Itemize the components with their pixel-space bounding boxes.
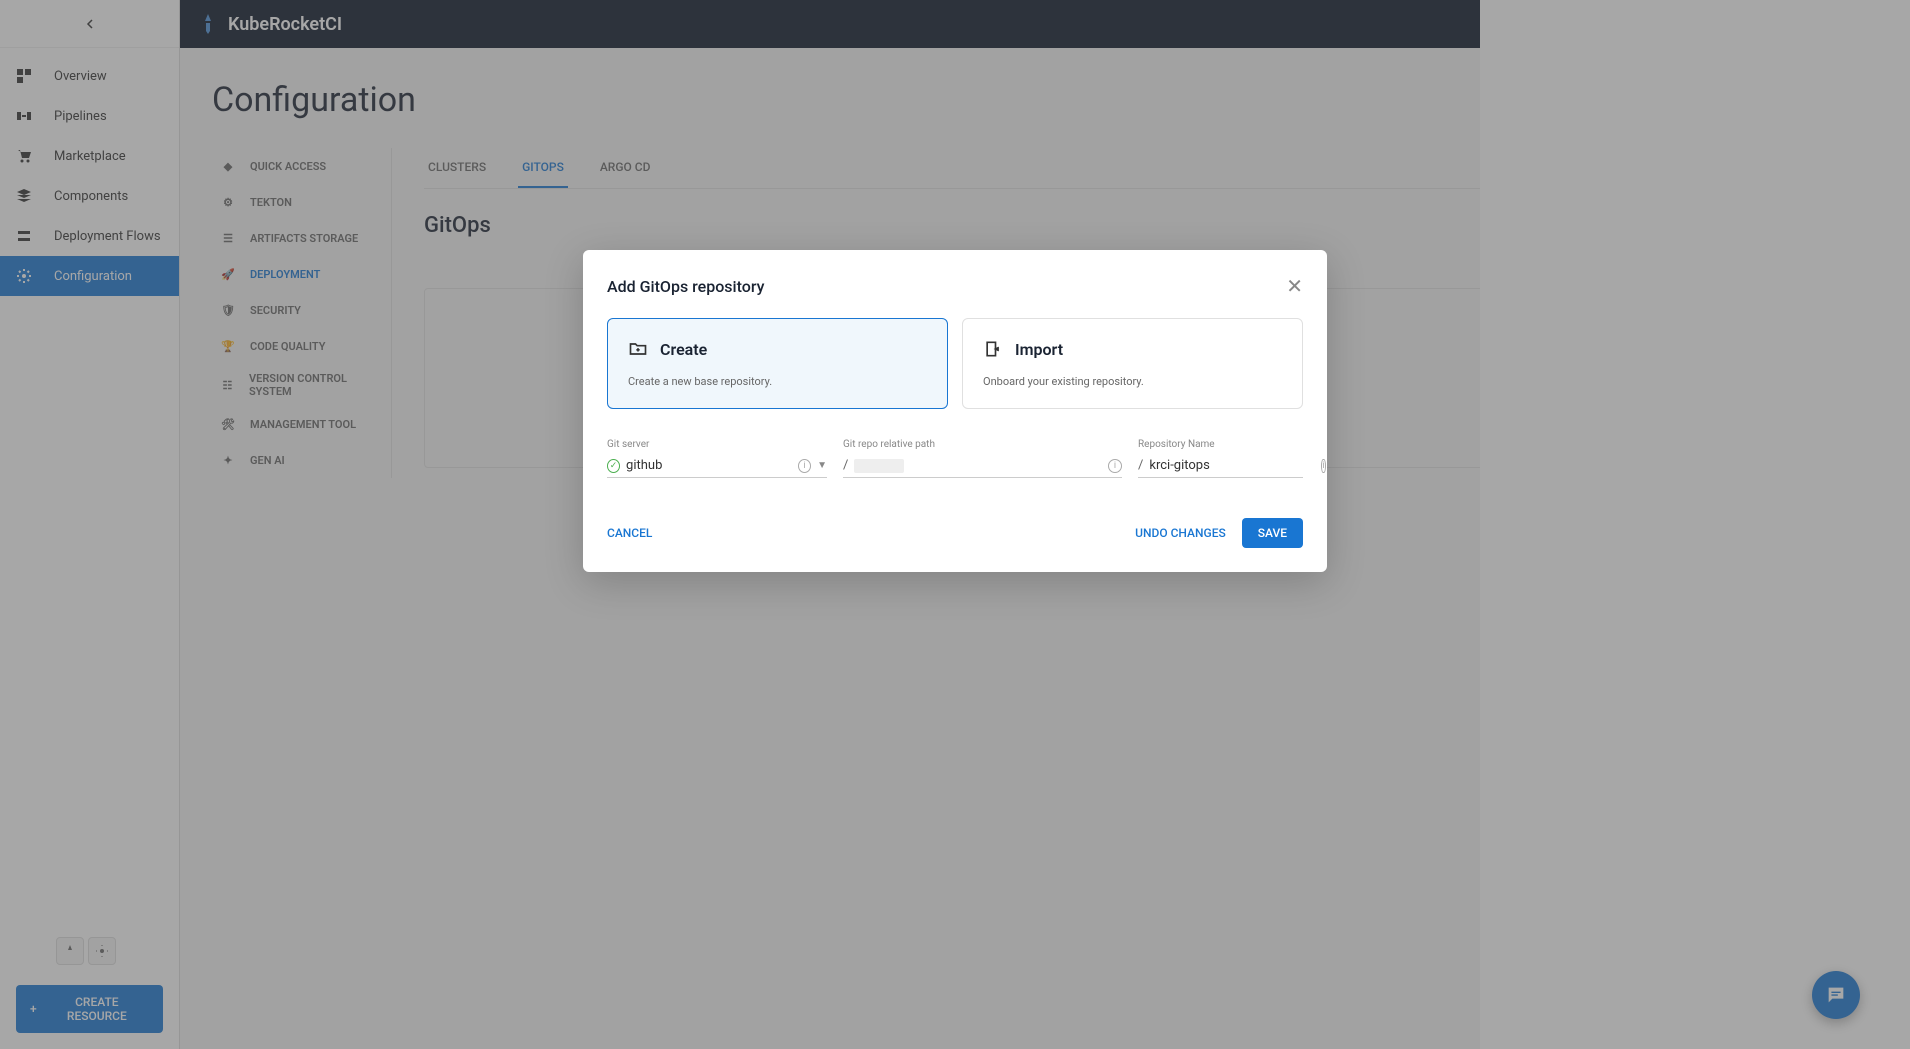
option-import[interactable]: Import Onboard your existing repository.	[962, 318, 1303, 409]
dialog-overlay: Add GitOps repository ✕ Create Create a …	[0, 0, 1910, 1049]
field-label: Repository Name	[1138, 439, 1303, 450]
folder-plus-icon	[628, 339, 648, 359]
git-server-field: Git server ✓ i ▼	[607, 439, 827, 478]
path-prefix: /	[843, 458, 848, 473]
save-button[interactable]: SAVE	[1242, 518, 1303, 548]
repo-path-input[interactable]	[910, 458, 1102, 473]
option-title: Import	[1015, 340, 1063, 359]
undo-button[interactable]: UNDO CHANGES	[1135, 526, 1226, 540]
option-desc: Create a new base repository.	[628, 375, 927, 388]
repo-name-field: Repository Name / i	[1138, 439, 1303, 478]
field-label: Git server	[607, 439, 827, 450]
option-title: Create	[660, 340, 707, 359]
info-icon[interactable]: i	[1321, 459, 1325, 473]
field-label: Git repo relative path	[843, 439, 1122, 450]
cancel-button[interactable]: CANCEL	[607, 526, 652, 540]
name-prefix: /	[1138, 458, 1143, 473]
blurred-value	[854, 459, 904, 473]
check-icon: ✓	[607, 459, 620, 473]
option-desc: Onboard your existing repository.	[983, 375, 1282, 388]
add-gitops-dialog: Add GitOps repository ✕ Create Create a …	[583, 250, 1327, 572]
chevron-down-icon[interactable]: ▼	[817, 460, 827, 471]
import-icon	[983, 339, 1003, 359]
close-button[interactable]: ✕	[1286, 274, 1303, 298]
option-create[interactable]: Create Create a new base repository.	[607, 318, 948, 409]
repo-path-field: Git repo relative path / i	[843, 439, 1122, 478]
dialog-title: Add GitOps repository	[607, 277, 764, 296]
repo-name-input[interactable]	[1149, 458, 1315, 473]
git-server-input[interactable]	[626, 458, 792, 473]
info-icon[interactable]: i	[1108, 459, 1122, 473]
info-icon[interactable]: i	[798, 459, 811, 473]
